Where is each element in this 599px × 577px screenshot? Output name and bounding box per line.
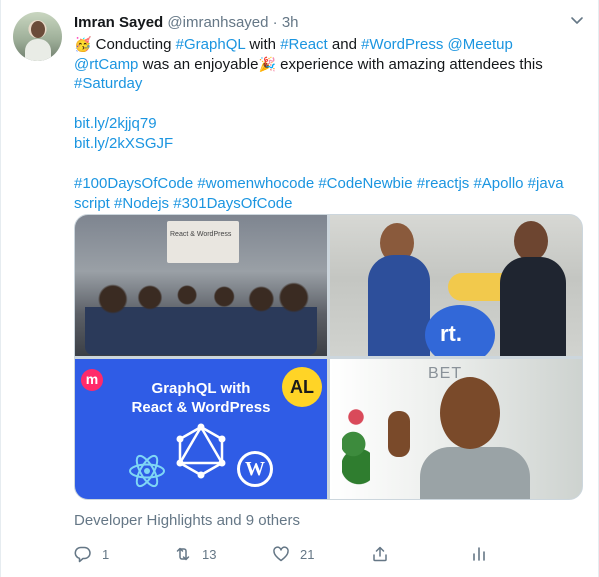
hashtag-graphql[interactable]: #GraphQL: [176, 36, 246, 53]
text-fragment: and: [327, 36, 362, 53]
hashtag-line-2: script #Nodejs #301DaysOfCode: [74, 194, 586, 214]
photo-organizers[interactable]: rt.: [330, 215, 582, 356]
author-name[interactable]: Imran Sayed: [74, 14, 163, 31]
hashtag-codenewbie[interactable]: #CodeNewbie: [318, 175, 412, 192]
hashtag-javascript-part1[interactable]: #java: [528, 175, 564, 192]
short-link-2[interactable]: bit.ly/2kXSGJF: [74, 135, 173, 152]
avatar[interactable]: [13, 12, 62, 61]
reply-icon: [74, 546, 91, 563]
hashtag-nodejs[interactable]: #Nodejs: [114, 195, 169, 212]
react-icon: [129, 454, 165, 488]
reply-count: 1: [102, 546, 110, 562]
analytics-button[interactable]: [470, 544, 488, 564]
rtcamp-logo-text: rt.: [440, 321, 462, 346]
media-grid: React & WordPress rt. m AL GraphQL with …: [74, 214, 583, 500]
action-bar: 1 13 21: [74, 544, 494, 564]
tweet-card[interactable]: Imran Sayed @imranhsayed · 3h 🥳 Conducti…: [0, 0, 599, 577]
retweet-icon: [176, 547, 190, 561]
hashtag-301daysofcode[interactable]: #301DaysOfCode: [173, 195, 292, 212]
separator-dot: ·: [272, 14, 278, 31]
author-handle[interactable]: @imranhsayed: [167, 14, 268, 31]
retweet-button[interactable]: 13: [174, 544, 216, 564]
hashtag-react[interactable]: #React: [280, 36, 328, 53]
hashtag-apollo[interactable]: #Apollo: [473, 175, 523, 192]
mention-meetup[interactable]: @Meetup: [448, 36, 513, 53]
analytics-icon: [473, 547, 485, 561]
hashtag-reactjs[interactable]: #reactjs: [417, 175, 470, 192]
person-black-shirt: [500, 257, 566, 356]
peace-sign-hand: [388, 411, 410, 457]
text-line-1: 🥳 Conducting #GraphQL with #React and #W…: [74, 34, 586, 54]
retweet-count: 13: [202, 546, 217, 562]
banner-text: React & WordPress: [170, 231, 232, 238]
graphql-banner-image[interactable]: m AL GraphQL with React & WordPress W: [75, 359, 327, 499]
hashtag-wordpress[interactable]: #WordPress: [361, 36, 443, 53]
like-button[interactable]: 21: [272, 544, 314, 564]
person-head: [514, 221, 548, 261]
tweet-header: Imran Sayed @imranhsayed · 3h: [74, 13, 299, 33]
tweet-text: 🥳 Conducting #GraphQL with #React and #W…: [74, 34, 586, 214]
hashtag-line-1: #100DaysOfCode #womenwhocode #CodeNewbie…: [74, 174, 586, 194]
reply-button[interactable]: 1: [74, 544, 109, 564]
text-line-3: #Saturday: [74, 74, 586, 94]
hashtag-womenwhocode[interactable]: #womenwhocode: [197, 175, 314, 192]
chevron-down-icon[interactable]: [567, 13, 587, 33]
hashtag-saturday[interactable]: #Saturday: [74, 75, 142, 92]
person-blue-shirt: [368, 255, 430, 356]
text-fragment: experience with amazing attendees this: [275, 56, 543, 73]
wordpress-icon: W: [237, 451, 273, 487]
person-face: [440, 377, 500, 449]
short-link-1[interactable]: bit.ly/2kjjq79: [74, 115, 157, 132]
attendees-group: [85, 275, 317, 355]
party-popper-emoji: 🎉: [258, 56, 276, 72]
photo-group-meetup[interactable]: React & WordPress: [75, 215, 327, 356]
hashtag-100daysofcode[interactable]: #100DaysOfCode: [74, 175, 193, 192]
link-line-1: bit.ly/2kjjq79: [74, 114, 586, 134]
plant-decoration: [342, 399, 370, 489]
share-button[interactable]: [371, 544, 389, 564]
photo-attendee-peace-sign[interactable]: BET: [330, 359, 582, 499]
hashtag-javascript-part2[interactable]: script: [74, 195, 110, 212]
banner-title-line2: React & WordPress: [131, 399, 271, 416]
graphql-icon: [176, 423, 226, 479]
heart-icon: [273, 546, 289, 562]
mention-rtcamp[interactable]: @rtCamp: [74, 56, 138, 73]
banner-title-line1: GraphQL with: [151, 380, 251, 397]
person-shirt: [420, 447, 530, 499]
event-banner: [167, 221, 239, 263]
share-icon: [373, 546, 387, 562]
text-fragment: with: [245, 36, 281, 53]
text-fragment: Conducting: [91, 36, 176, 53]
link-line-2: bit.ly/2kXSGJF: [74, 134, 586, 154]
banner-title: GraphQL with React & WordPress: [75, 379, 327, 417]
text-fragment: was an enjoyable: [138, 56, 259, 73]
party-face-emoji: 🥳: [74, 36, 92, 52]
avatar-body: [25, 39, 51, 61]
text-line-2: @rtCamp was an enjoyable🎉 experience wit…: [74, 54, 586, 74]
liked-by-text[interactable]: Developer Highlights and 9 others: [74, 511, 300, 531]
like-count: 21: [300, 546, 315, 562]
avatar-head: [31, 21, 45, 38]
tweet-time[interactable]: 3h: [282, 14, 299, 31]
